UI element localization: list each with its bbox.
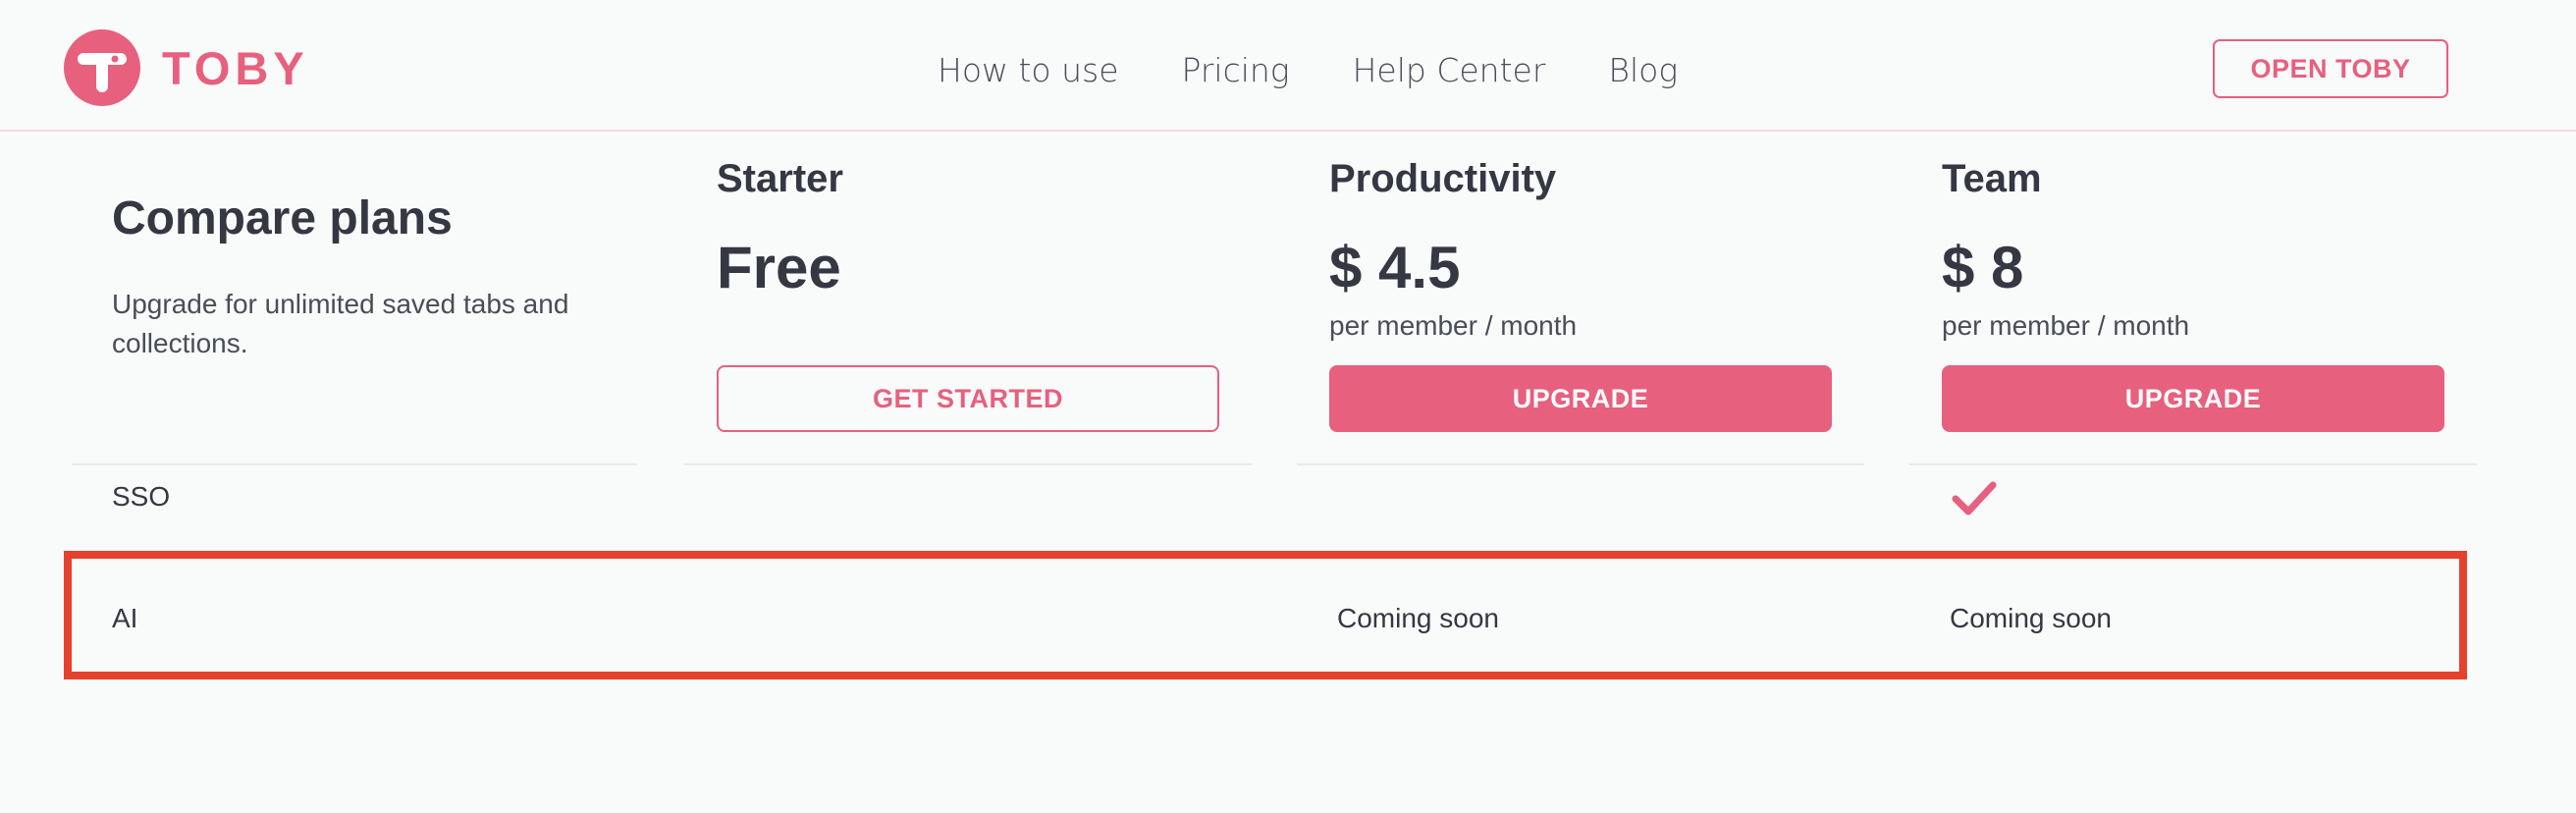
plan-period: per member / month [1329,310,1578,341]
plan-name: Starter [717,157,843,200]
nav-how-to-use[interactable]: How to use [938,51,1119,89]
nav-blog[interactable]: Blog [1608,51,1678,89]
upgrade-productivity-button[interactable]: UPGRADE [1329,365,1832,432]
plan-price: $ 8 [1942,235,2024,300]
plan-period [717,310,1219,346]
plan-starter: Starter Free GET STARTED [717,157,1219,432]
nav-help-center[interactable]: Help Center [1353,51,1546,89]
plan-name: Productivity [1329,157,1557,200]
check-icon [1952,479,1997,523]
row-divider [72,463,637,465]
toby-logo-icon [64,29,140,106]
nav-pricing[interactable]: Pricing [1182,51,1290,89]
brand-name: TOBY [162,41,309,94]
main-nav: How to use Pricing Help Center Blog [938,51,1741,89]
row-divider [684,463,1252,465]
upgrade-team-button[interactable]: UPGRADE [1942,365,2444,432]
get-started-button[interactable]: GET STARTED [717,365,1219,432]
plan-period: per member / month [1942,310,2190,341]
feature-label-sso: SSO [112,481,171,512]
compare-title: Compare plans [112,192,453,244]
plan-team: Team $ 8 per member / month UPGRADE [1942,157,2444,432]
highlight-box [64,551,2467,679]
plan-price: $ 4.5 [1329,235,1461,300]
plan-name: Team [1942,157,2042,200]
site-header: TOBY How to use Pricing Help Center Blog… [0,0,2576,132]
brand-logo[interactable]: TOBY [64,29,309,106]
row-divider [1297,463,1864,465]
compare-subtitle: Upgrade for unlimited saved tabs and col… [112,289,569,358]
open-toby-button[interactable]: OPEN TOBY [2213,39,2448,98]
plan-productivity: Productivity $ 4.5 per member / month UP… [1329,157,1832,432]
row-divider [1909,463,2477,465]
plan-price: Free [717,235,841,300]
